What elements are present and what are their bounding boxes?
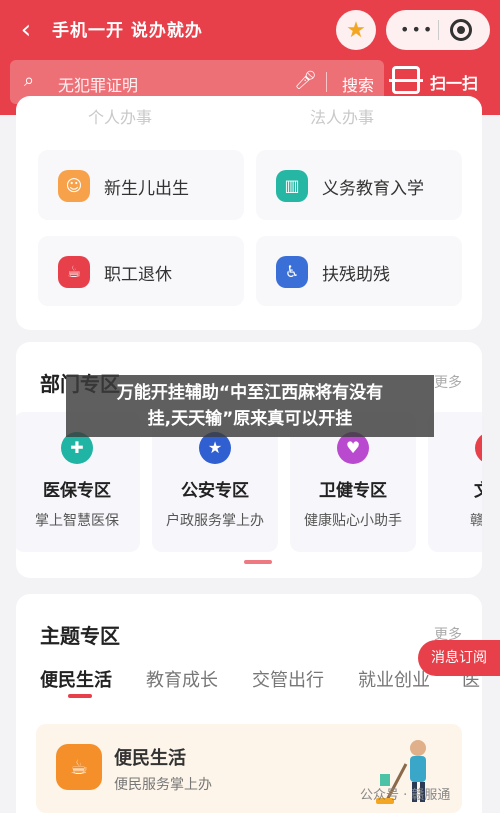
tab-corporate[interactable]: 法人办事	[310, 104, 374, 128]
zone-title: 文旅	[428, 476, 482, 501]
quick-services-card: 个人办事 法人办事 ☺ 新生儿出生 ▥ 义务教育入学 ☕ 职工退休 ♿ 扶残助残	[16, 96, 482, 330]
service-retirement[interactable]: ☕ 职工退休	[38, 236, 244, 306]
zone-subtitle: 户政服务掌上办	[166, 513, 264, 529]
service-label: 扶残助残	[322, 265, 390, 285]
search-button[interactable]: 搜索	[342, 72, 374, 96]
star-icon[interactable]: ★	[336, 10, 376, 50]
overlay-line-2: 挂,天天输”原来真可以开挂	[147, 409, 353, 429]
feature-subtitle: 便民服务掌上办	[114, 777, 212, 793]
carousel-indicator	[244, 560, 272, 564]
service-label: 新生儿出生	[104, 179, 189, 199]
close-target-icon[interactable]	[450, 19, 472, 41]
more-dots-icon[interactable]: •••	[400, 22, 434, 38]
zone-title: 公安专区	[181, 481, 249, 501]
wheelchair-icon: ♿	[276, 256, 308, 288]
category-tab-education[interactable]: 教育成长	[146, 666, 218, 692]
chevron-left-icon[interactable]: ‹	[12, 14, 40, 46]
search-input[interactable]: 无犯罪证明	[58, 72, 138, 96]
more-link[interactable]: 更多	[434, 372, 462, 392]
message-subscribe-button[interactable]: 消息订阅	[418, 640, 500, 676]
service-label: 职工退休	[104, 265, 172, 285]
zone-culture-tourism[interactable]: ✈ 文旅 赣鄱风	[428, 412, 482, 552]
zone-title: 医保专区	[43, 481, 111, 501]
scan-icon[interactable]	[389, 66, 423, 94]
watermark: 公众号 · 赣服通	[360, 788, 451, 803]
search-divider	[326, 72, 327, 92]
baby-icon: ☺	[58, 170, 90, 202]
theme-zones-card: 主题专区 更多 便民生活 教育成长 交管出行 就业创业 医 ☕ 便民生活 便民服…	[16, 594, 482, 813]
travel-icon: ✈	[475, 432, 482, 464]
microphone-icon[interactable]: 🎤︎	[294, 70, 317, 91]
service-newborn[interactable]: ☺ 新生儿出生	[38, 150, 244, 220]
service-disability[interactable]: ♿ 扶残助残	[256, 236, 462, 306]
service-label: 义务教育入学	[322, 179, 424, 199]
scan-button[interactable]: 扫一扫	[430, 70, 478, 94]
active-tab-indicator	[68, 694, 92, 698]
search-icon: ⌕	[24, 70, 35, 91]
cup-icon: ☕	[58, 256, 90, 288]
zone-subtitle: 掌上智慧医保	[35, 513, 119, 529]
page-title: 手机一开 说办就办	[52, 21, 203, 41]
zone-title: 卫健专区	[319, 481, 387, 501]
category-tab-convenience[interactable]: 便民生活	[40, 666, 112, 692]
capsule-divider	[438, 20, 439, 40]
category-tab-traffic[interactable]: 交管出行	[252, 666, 324, 692]
overlay-line-1: 万能开挂辅助“中至江西麻将有没有	[116, 383, 384, 403]
section-title: 主题专区	[40, 624, 120, 648]
zone-subtitle: 健康贴心小助手	[304, 513, 402, 529]
hand-cup-icon: ☕	[56, 744, 102, 790]
overlay-caption: 万能开挂辅助“中至江西麻将有没有 挂,天天输”原来真可以开挂	[66, 375, 434, 437]
book-icon: ▥	[276, 170, 308, 202]
feature-title: 便民生活	[114, 748, 186, 769]
service-education[interactable]: ▥ 义务教育入学	[256, 150, 462, 220]
category-tab-employment[interactable]: 就业创业	[358, 666, 430, 692]
tab-personal[interactable]: 个人办事	[88, 104, 152, 128]
zone-subtitle: 赣鄱风	[470, 513, 482, 529]
mini-program-capsule: •••	[386, 10, 490, 50]
